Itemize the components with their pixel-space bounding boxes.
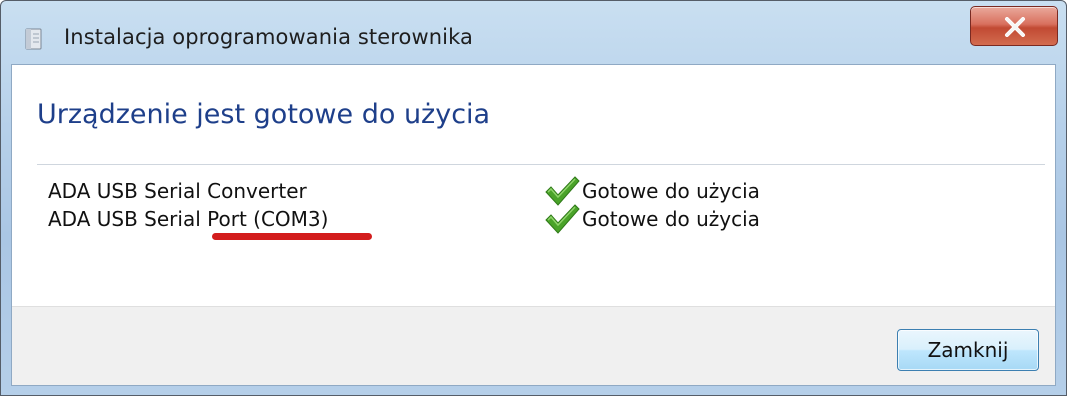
title-bar[interactable]: Instalacja oprogramowania sterownika [1,1,1066,59]
device-row: ADA USB Serial Port (COM3) Gotowe do uży… [12,204,1055,237]
device-status: Gotowe do użycia [582,207,760,231]
device-status: Gotowe do użycia [582,179,760,203]
annotation-underline [212,233,372,240]
green-checkmark-icon [544,203,580,235]
device-name: ADA USB Serial Converter [48,179,307,203]
device-name: ADA USB Serial Port (COM3) [48,207,329,231]
driver-install-dialog: Instalacja oprogramowania sterownika Urz… [0,0,1067,396]
close-button[interactable]: Zamknij [897,329,1039,371]
window-close-button[interactable] [970,6,1058,46]
device-row: ADA USB Serial Converter Gotowe do użyci… [12,176,1055,209]
dialog-footer: Zamknij [12,306,1055,385]
driver-installer-icon [23,27,45,51]
status-heading: Urządzenie jest gotowe do użycia [37,99,491,130]
close-x-icon [1005,17,1025,37]
window-title: Instalacja oprogramowania sterownika [64,25,473,49]
heading-separator [37,164,1045,165]
dialog-client-area: Urządzenie jest gotowe do użycia ADA USB… [11,64,1056,386]
